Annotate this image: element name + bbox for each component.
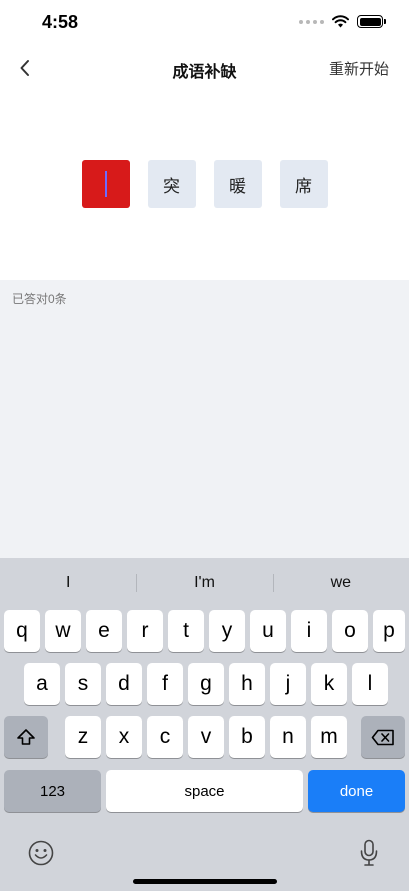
suggestion-item[interactable]: we [272,566,409,600]
key-row-3: z x c v b n m [0,716,409,758]
key-b[interactable]: b [229,716,265,758]
suggestion-bar: I I'm we [0,566,409,600]
key-e[interactable]: e [86,610,122,652]
status-bar: 4:58 [0,0,409,46]
key-f[interactable]: f [147,663,183,705]
answer-section: 已答对0条 [0,280,409,560]
key-u[interactable]: u [250,610,286,652]
key-c[interactable]: c [147,716,183,758]
key-w[interactable]: w [45,610,81,652]
status-icons [299,15,386,28]
suggestion-item[interactable]: I'm [136,566,272,600]
home-indicator [133,879,277,884]
answer-count-label: 已答对0条 [12,292,67,306]
key-l[interactable]: l [352,663,388,705]
delete-key[interactable] [361,716,405,758]
key-row-1: q w e r t y u i o p [0,610,409,652]
numbers-key[interactable]: 123 [4,770,101,812]
space-key[interactable]: space [106,770,303,812]
key-g[interactable]: g [188,663,224,705]
suggestion-item[interactable]: I [0,566,136,600]
shift-arrow-icon [17,729,35,745]
emoji-button[interactable] [24,836,58,870]
keyboard: I I'm we q w e r t y u i o p a s d f g h… [0,558,409,891]
key-i[interactable]: i [291,610,327,652]
restart-button[interactable]: 重新开始 [329,58,389,79]
key-r[interactable]: r [127,610,163,652]
key-j[interactable]: j [270,663,306,705]
key-k[interactable]: k [311,663,347,705]
done-key[interactable]: done [308,770,405,812]
dictation-button[interactable] [352,836,386,870]
key-z[interactable]: z [65,716,101,758]
idiom-row: 突 暖 席 [0,160,409,208]
backspace-icon [371,729,394,745]
key-s[interactable]: s [65,663,101,705]
key-d[interactable]: d [106,663,142,705]
key-m[interactable]: m [311,716,347,758]
nav-bar: 成语补缺 重新开始 [0,46,409,90]
key-y[interactable]: y [209,610,245,652]
key-o[interactable]: o [332,610,368,652]
text-cursor [104,171,107,197]
microphone-icon [360,839,378,866]
wifi-icon [332,15,349,28]
key-row-2: a s d f g h j k l [0,663,409,705]
signal-dots-icon [299,19,324,24]
idiom-char-cell: 暖 [213,160,262,208]
key-p[interactable]: p [373,610,405,652]
battery-icon [357,15,386,28]
key-a[interactable]: a [24,663,60,705]
key-n[interactable]: n [270,716,306,758]
app-root: 4:58 成语补缺 重新开始 突 暖 席 已答对0条 I I'm we q w … [0,0,409,891]
idiom-blank-input[interactable] [81,160,130,208]
key-h[interactable]: h [229,663,265,705]
key-v[interactable]: v [188,716,224,758]
emoji-icon [28,840,54,866]
key-row-4: 123 space done [0,770,409,812]
key-t[interactable]: t [168,610,204,652]
status-time: 4:58 [42,12,79,32]
shift-key[interactable] [4,716,48,758]
idiom-char-cell: 突 [147,160,196,208]
idiom-char-cell: 席 [279,160,328,208]
key-q[interactable]: q [4,610,40,652]
key-x[interactable]: x [106,716,142,758]
